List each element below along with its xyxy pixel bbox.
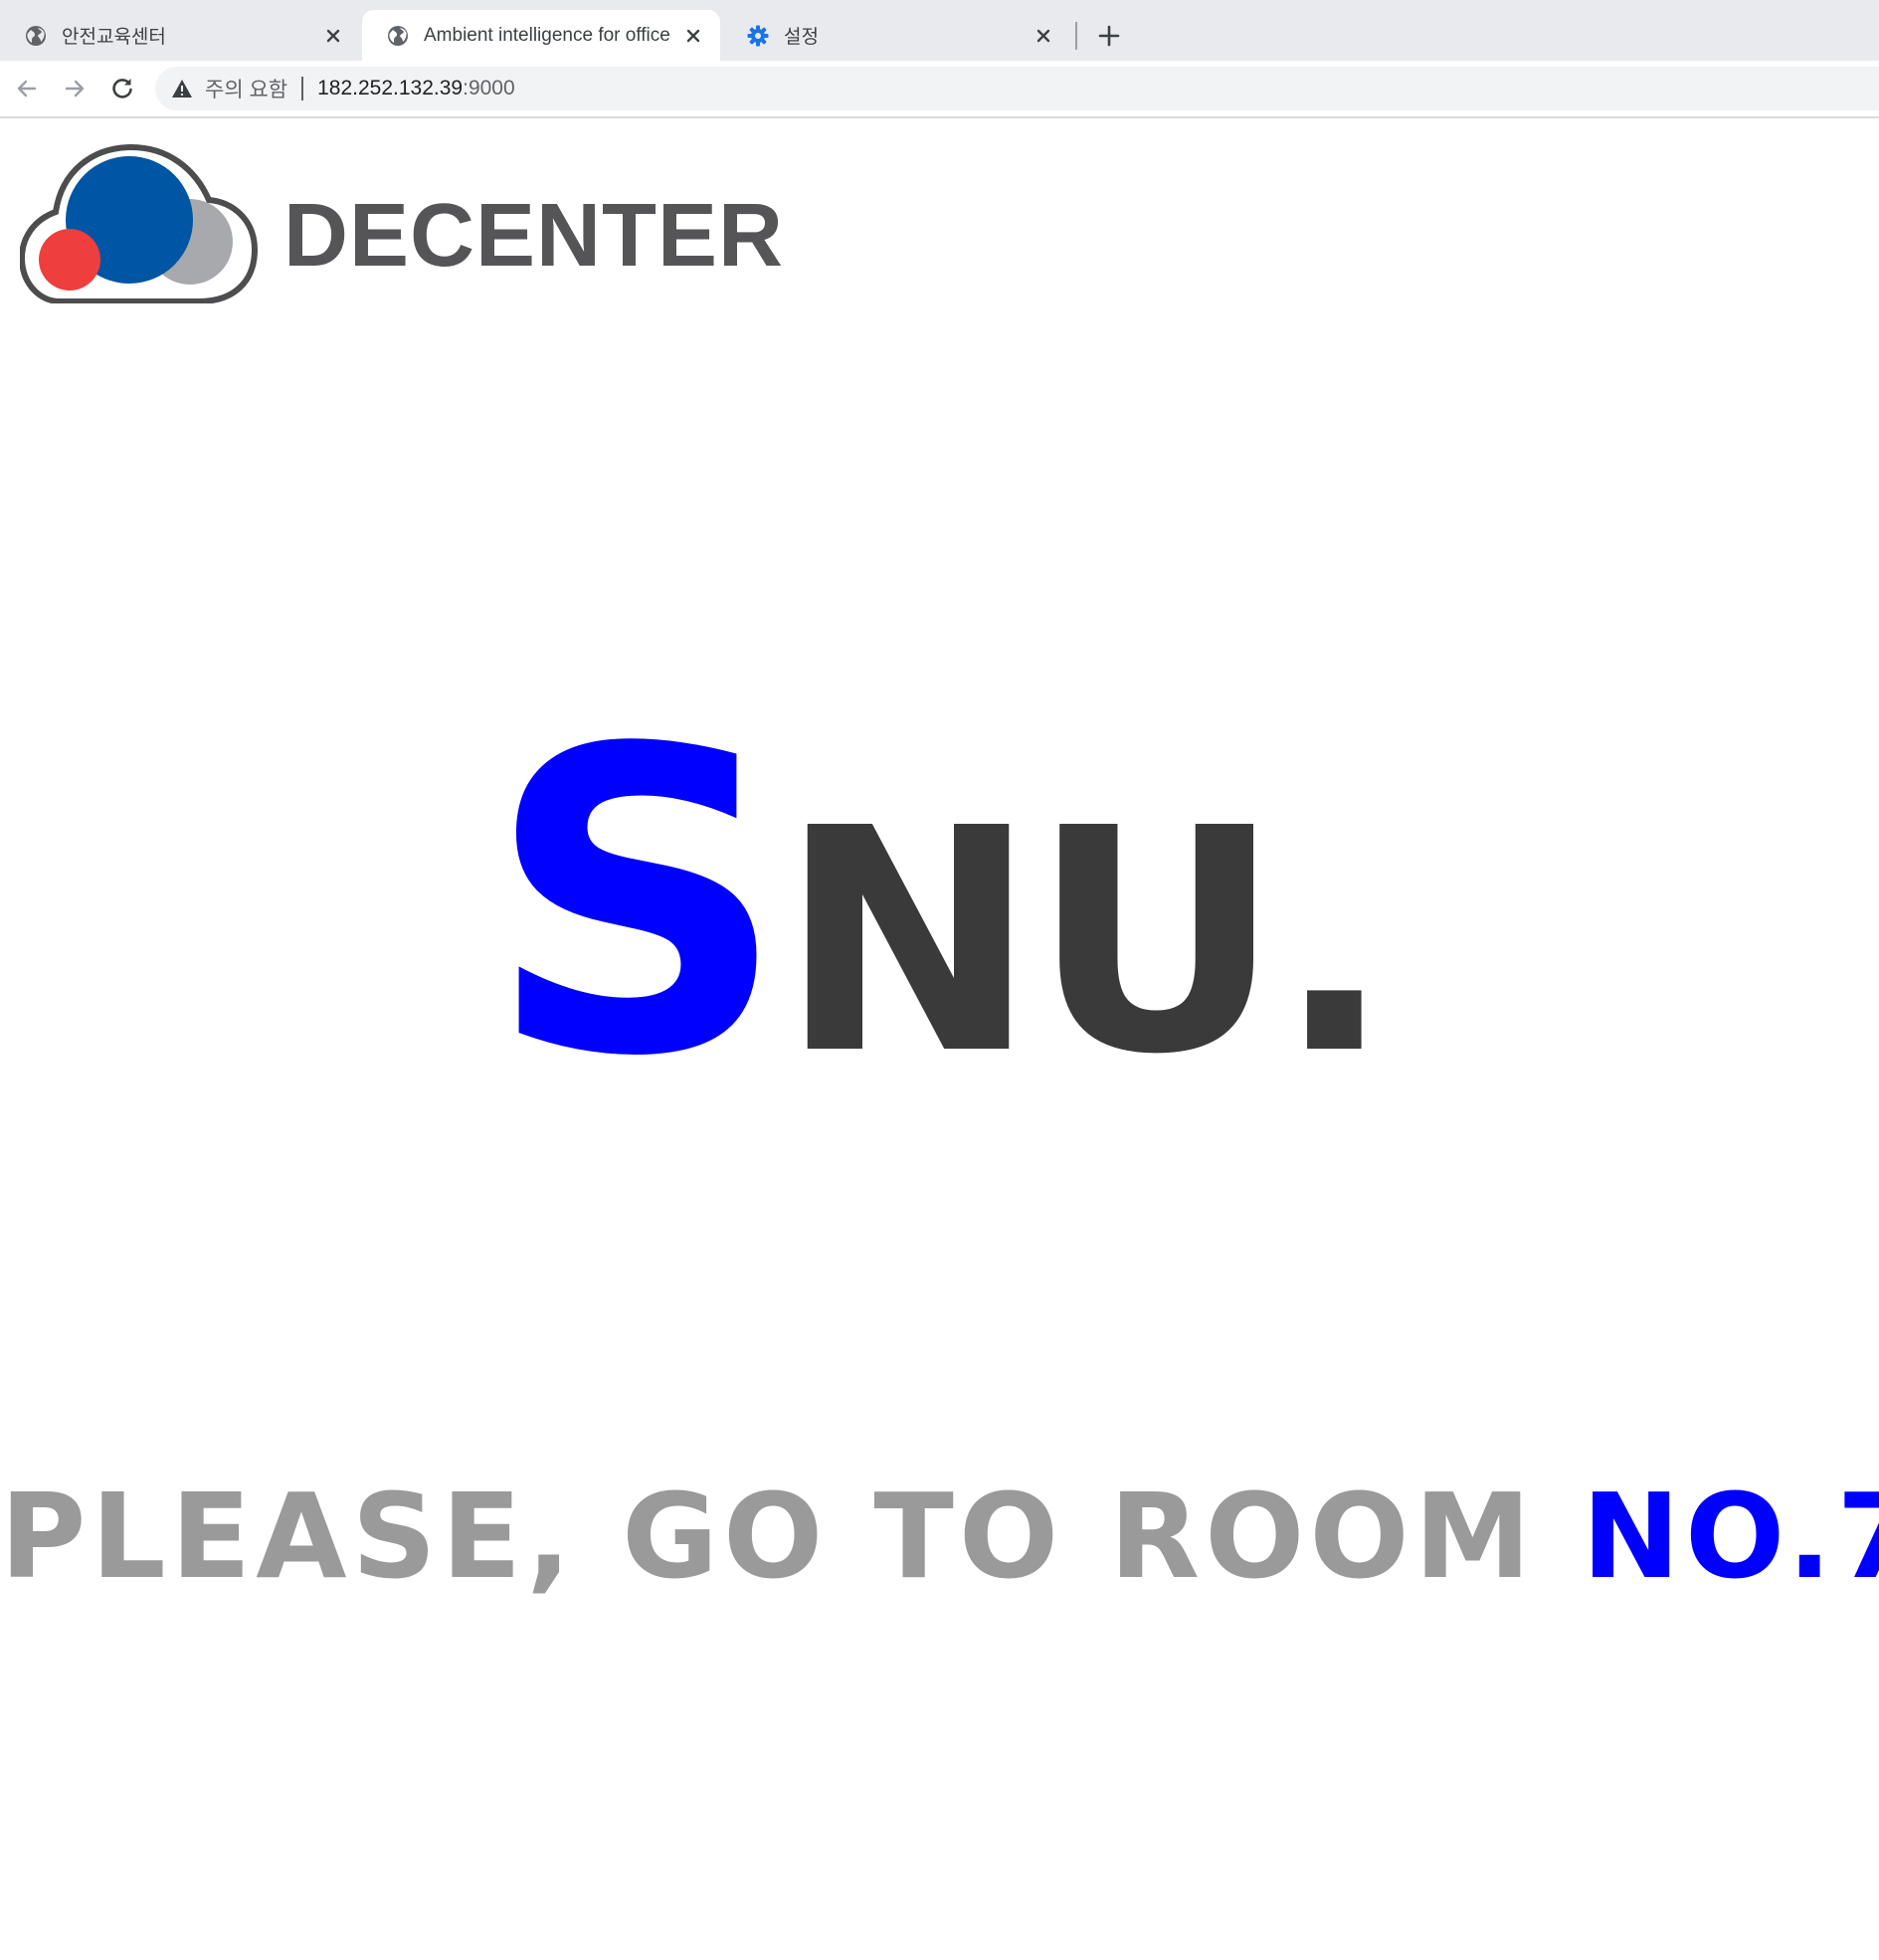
new-tab-plus-icon[interactable] <box>1095 22 1123 50</box>
tab-separator <box>1075 22 1077 50</box>
globe-icon <box>388 25 408 46</box>
room-message: PLEASE, GO TO ROOM NO.7 <box>0 1477 1879 1595</box>
headline-period: . <box>1275 763 1394 1122</box>
snu-headline: SNU. <box>0 696 1879 1114</box>
warning-triangle-icon[interactable] <box>171 78 193 99</box>
tab-settings[interactable]: 설정 <box>722 10 1070 61</box>
url-port: :9000 <box>463 77 515 99</box>
forward-arrow-icon[interactable] <box>61 75 89 102</box>
tab-title: 안전교육센터 <box>62 27 166 48</box>
back-arrow-icon[interactable] <box>13 75 41 102</box>
headline-rest: NU <box>779 763 1281 1122</box>
tab-strip: 안전교육센터 Ambient intelligence for office e <box>0 0 1879 61</box>
brand-name: DECENTER <box>283 186 785 286</box>
room-number: NO.7 <box>1582 1468 1879 1605</box>
globe-icon <box>26 25 46 46</box>
decenter-logo <box>20 143 259 303</box>
gear-icon <box>747 25 769 46</box>
security-status-label[interactable]: 주의 요함 <box>205 74 287 103</box>
headline-first-letter: S <box>485 662 787 1148</box>
close-icon[interactable] <box>1033 25 1054 47</box>
room-message-text: PLEASE, GO TO ROOM <box>0 1468 1537 1605</box>
address-bar[interactable]: 주의 요함 182.252.132.39:9000 <box>155 67 1879 110</box>
tab-title: Ambient intelligence for office e <box>424 24 674 46</box>
browser-toolbar: 주의 요함 182.252.132.39:9000 <box>0 61 1879 118</box>
tab-title: 설정 <box>784 27 819 48</box>
reload-icon[interactable] <box>108 75 136 102</box>
tab-safety-education[interactable]: 안전교육센터 <box>0 10 360 61</box>
tab-ambient-intelligence[interactable]: Ambient intelligence for office e <box>362 10 720 61</box>
url-host: 182.252.132.39 <box>317 77 464 99</box>
address-divider <box>301 77 304 100</box>
close-icon[interactable] <box>682 25 704 47</box>
close-icon[interactable] <box>322 25 344 47</box>
